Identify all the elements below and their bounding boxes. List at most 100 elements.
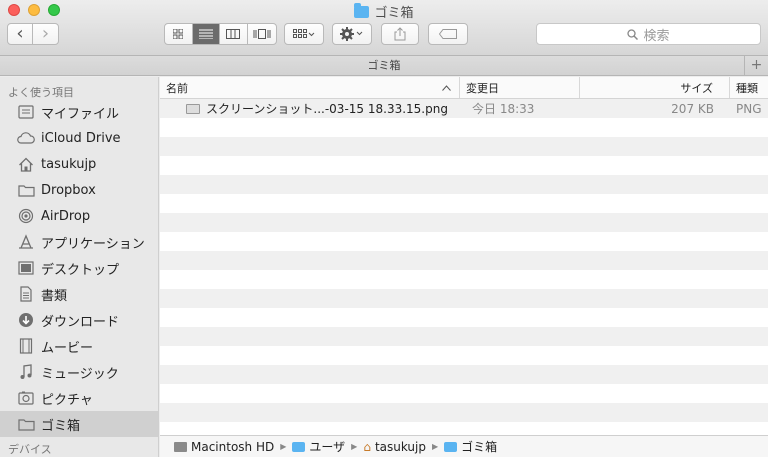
list-view-button[interactable] [192,24,221,44]
search-placeholder: 検索 [643,28,670,44]
sidebar-item-applications[interactable]: アプリケーション [0,229,158,255]
home-icon [17,156,35,172]
sidebar-item-label: ピクチャ [41,392,93,408]
empty-row [160,289,768,308]
tag-icon [439,29,457,39]
path-label: ゴミ箱 [461,440,498,454]
chevron-right-icon: ▶ [432,442,439,451]
empty-row [160,156,768,175]
empty-row [160,232,768,251]
sidebar-item-label: AirDrop [41,208,91,224]
download-icon [17,312,35,328]
applications-icon [17,234,35,250]
sort-ascending-icon [442,84,451,91]
empty-row [160,403,768,422]
gear-icon [340,27,363,41]
image-file-icon [186,103,200,114]
sidebar-item-pictures[interactable]: ピクチャ [0,385,158,411]
sidebar-item-movies[interactable]: ムービー [0,333,158,359]
share-button[interactable] [381,23,419,45]
sidebar-item-label: ミュージック [41,366,119,382]
coverflow-view-button[interactable] [248,24,276,44]
empty-row [160,422,768,435]
airdrop-icon [17,208,35,224]
movies-icon [17,338,35,354]
sidebar-item-documents[interactable]: 書類 [0,281,158,307]
empty-row [160,137,768,156]
back-icon: ‹ [16,23,24,44]
icon-view-button[interactable] [165,24,193,44]
empty-row [160,384,768,403]
column-header: 名前 変更日 サイズ 種類 [160,77,768,99]
new-tab-button[interactable]: + [744,56,768,75]
sidebar-item-all-my-files[interactable]: マイファイル [0,99,158,125]
forward-button[interactable]: › [33,24,58,44]
file-rows: スクリーンショット...-03-15 18.33.15.png 今日 18:33… [160,99,768,435]
back-button[interactable]: ‹ [8,23,34,44]
folder-icon [354,2,370,18]
empty-row [160,251,768,270]
desktop-icon [17,260,35,276]
sidebar-item-label: 書類 [41,288,68,304]
column-header-date[interactable]: 変更日 [460,77,580,98]
title-bar: ゴミ箱 ‹ › 検索 [0,0,768,56]
sidebar-item-label: ダウンロード [41,314,120,330]
path-item-home[interactable]: ⌂ tasukujp [363,440,426,454]
empty-row [160,175,768,194]
column-date-label: 変更日 [466,81,499,95]
column-view-icon [226,29,241,39]
documents-icon [17,286,35,302]
column-header-name[interactable]: 名前 [160,77,460,98]
sidebar-item-dropbox[interactable]: Dropbox [0,177,158,203]
coverflow-view-icon [253,29,271,39]
cloud-icon [17,130,35,146]
sidebar-item-airdrop[interactable]: AirDrop [0,203,158,229]
folder-icon [444,441,458,452]
table-row[interactable]: スクリーンショット...-03-15 18.33.15.png 今日 18:33… [160,99,768,118]
column-kind-label: 種類 [736,81,758,95]
path-item-users[interactable]: ユーザ [292,438,345,455]
tab-bar: ゴミ箱 + [0,56,768,76]
path-label: Macintosh HD [191,439,275,454]
column-view-button[interactable] [220,24,248,44]
sidebar-item-icloud-drive[interactable]: iCloud Drive [0,125,158,151]
path-bar: Macintosh HD ▶ ユーザ ▶ ⌂ tasukujp ▶ ゴミ箱 [160,435,768,457]
empty-row [160,308,768,327]
empty-row [160,346,768,365]
path-item-macintosh-hd[interactable]: Macintosh HD [174,440,274,454]
plus-icon: + [750,57,763,73]
search-field[interactable]: 検索 [536,23,761,45]
sidebar: よく使う項目 マイファイル iCloud Drive tasukujp Drop… [0,77,159,457]
sidebar-item-label: デスクトップ [41,262,120,278]
column-header-kind[interactable]: 種類 [730,77,768,98]
empty-row [160,327,768,346]
sidebar-item-label: tasukujp [41,156,97,172]
search-icon [627,28,639,40]
share-icon [394,27,406,41]
path-item-trash[interactable]: ゴミ箱 [444,438,497,455]
sidebar-item-home[interactable]: tasukujp [0,151,158,177]
sidebar-item-downloads[interactable]: ダウンロード [0,307,158,333]
column-header-size[interactable]: サイズ [580,77,730,98]
forward-icon: › [41,23,50,44]
tags-button[interactable] [428,23,468,45]
file-date: 今日 18:33 [472,102,535,116]
sidebar-item-trash[interactable]: ゴミ箱 [0,411,158,437]
folder-icon [292,441,306,452]
folder-icon [17,416,35,432]
hard-drive-icon [174,441,187,452]
tab-trash[interactable]: ゴミ箱 [368,59,401,72]
icon-view-icon [173,29,184,39]
sidebar-item-label: iCloud Drive [41,130,121,146]
sidebar-item-label: ムービー [41,340,94,356]
navigation-segment: ‹ › [7,23,59,45]
list-view-icon [198,29,213,39]
file-name: スクリーンショット...-03-15 18.33.15.png [206,102,448,116]
file-list: 名前 変更日 サイズ 種類 スクリーンショット...-03-15 18.33.1… [160,77,768,435]
arrange-button[interactable] [284,23,324,45]
sidebar-item-music[interactable]: ミュージック [0,359,158,385]
sidebar-item-desktop[interactable]: デスクトップ [0,255,158,281]
sidebar-item-label: アプリケーション [41,236,145,252]
chevron-right-icon: ▶ [280,442,287,451]
action-button[interactable] [332,23,372,45]
